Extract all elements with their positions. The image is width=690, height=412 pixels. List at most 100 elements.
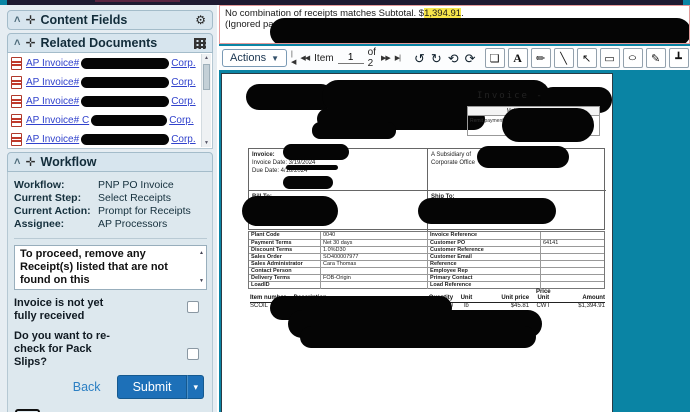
ap-invoice-link[interactable]: AP Invoice# C Corp. [26,115,194,126]
move-icon[interactable]: ✛ [25,14,35,26]
scroll-thumb[interactable] [203,64,210,90]
list-item: AP Invoice# Corp. [11,54,200,73]
app-window: ˄ ✛ Content Fields ⚙ ˄ ✛ Related Documen… [0,0,690,412]
rectangle-tool-button[interactable]: ▭ [599,48,620,68]
text-annotation-button[interactable]: A [507,48,528,68]
back-link[interactable]: Back [73,380,101,394]
collapse-icon[interactable]: ˄ [14,157,20,168]
redaction [242,196,338,226]
redaction [81,96,170,107]
redaction [81,58,170,69]
viewer-toolbar: Actions▼ |◀ ◀◀ Item of 2 ▶▶ ▶| ↺ ↻ ⟲ ⟳ ❏… [219,44,690,72]
alert-banner: No combination of receipts matches Subto… [219,5,690,44]
submit-dropdown[interactable]: ▾ [187,375,204,399]
scroll-up-icon[interactable]: ▲ [199,247,204,260]
pdf-file-icon [11,114,22,127]
freehand-tool-button[interactable]: ✎ [645,48,666,68]
prev-item-button[interactable]: ◀◀ [299,54,310,62]
refresh-all-icon[interactable]: ⟳ [463,52,478,65]
fully-received-checkbox[interactable] [187,301,199,313]
panel-related-documents: ˄ ✛ Related Documents AP Invoice# Corp. A… [7,33,213,149]
new-page-button[interactable]: ❏ [484,48,505,68]
grid-view-icon[interactable] [194,37,206,49]
pdf-file-icon [11,76,22,89]
arrow-tool-button[interactable]: ↖ [576,48,597,68]
workflow-notice: To proceed, remove any Receipt(s) listed… [14,245,207,290]
pdf-file-icon [11,57,22,70]
panel-title: Workflow [40,155,97,169]
stamp-tool-button[interactable]: ┻ [668,48,689,68]
actions-button[interactable]: Actions ▼ [222,49,287,67]
redaction [81,134,170,145]
redaction [283,144,349,160]
gear-icon[interactable]: ⚙ [195,13,206,27]
chrome-accent [95,0,180,2]
redaction [270,18,689,43]
workflow-header[interactable]: ˄ ✛ Workflow [7,152,213,172]
field-label: Current Action: [14,205,91,217]
redaction [477,146,569,168]
panel-title: Related Documents [40,36,158,50]
sidebar: ˄ ✛ Content Fields ⚙ ˄ ✛ Related Documen… [0,5,226,412]
pdf-file-icon [11,95,22,108]
list-item: AP Invoice# Corp. [11,130,200,148]
redaction [246,84,334,110]
redaction [502,108,594,142]
ap-invoice-link[interactable]: AP Invoice# Corp. [26,134,196,145]
pdf-file-icon [11,133,22,146]
redaction [91,115,168,126]
scroll-up-icon[interactable]: ▲ [204,54,209,62]
rotate-cw-icon[interactable]: ↻ [429,52,444,65]
workflow-buttons: Back Submit ▾ [14,375,207,399]
field-label: Current Step: [14,192,82,204]
item-number-input[interactable] [337,52,364,64]
document-viewer[interactable]: Invoice - C Make checks payable to Remit… [219,72,690,412]
field-value: Select Receipts [98,192,171,204]
question-label: Do you want to re-check for Pack Slips? [14,330,110,368]
scroll-down-icon[interactable]: ▼ [199,275,204,288]
scroll-down-icon[interactable]: ▼ [204,139,209,147]
list-item: AP Invoice# Corp. [11,92,200,111]
list-scrollbar[interactable]: ▲ ▼ [201,54,211,147]
item-label: Item [314,52,334,64]
redaction [283,176,333,189]
ap-invoice-link[interactable]: AP Invoice# Corp. [26,77,196,88]
rotate-ccw-icon[interactable]: ↺ [412,52,427,65]
pen-annotation-button[interactable]: ✏ [530,48,551,68]
document-page: Invoice - C Make checks payable to Remit… [222,74,612,412]
related-documents-header[interactable]: ˄ ✛ Related Documents [7,33,213,53]
ellipse-tool-button[interactable]: ○ [622,48,643,68]
last-item-button[interactable]: ▶| [394,54,401,62]
field-label: Workflow: [14,179,65,191]
question-row: Do you want to re-check for Pack Slips? [14,330,207,369]
first-item-button[interactable]: |◀ [290,51,296,66]
line-tool-button[interactable]: ╲ [553,48,574,68]
panel-title: Content Fields [40,13,128,27]
main-area: No combination of receipts matches Subto… [219,5,690,412]
collapse-icon[interactable]: ˄ [14,38,20,49]
related-documents-list: AP Invoice# Corp. AP Invoice# Corp. AP Inv… [7,53,213,149]
ap-invoice-link[interactable]: AP Invoice# Corp. [26,96,196,107]
collapse-icon[interactable]: ˄ [14,15,20,26]
rotate-group: ↺ ↻ ⟲ ⟳ [412,52,478,65]
ap-invoice-link[interactable]: AP Invoice# Corp. [26,58,196,69]
question-row: Invoice is not yet fully received [14,297,207,323]
workflow-body: Workflow: PNP PO Invoice Current Step: Sel… [7,172,226,412]
redaction [81,77,170,88]
move-icon[interactable]: ✛ [25,37,35,49]
content-fields-header[interactable]: ˄ ✛ Content Fields ⚙ [7,10,213,30]
field-value: Prompt for Receipts [98,205,191,217]
question-label: Invoice is not yet fully received [14,297,104,322]
recheck-packslips-checkbox[interactable] [187,348,199,360]
panel-content-fields: ˄ ✛ Content Fields ⚙ [7,10,213,30]
move-icon[interactable]: ✛ [25,156,35,168]
invoice-date: Invoice Date: 3/19/2024 [252,160,316,166]
notice-scrollbar[interactable]: ▲ ▼ [199,247,204,288]
refresh-icon[interactable]: ⟲ [446,52,461,65]
submit-button[interactable]: Submit [116,375,188,399]
field-label: Assignee: [14,218,65,230]
field-value: AP Processors [98,218,168,230]
divider [14,238,207,239]
next-item-button[interactable]: ▶▶ [380,54,391,62]
invoice-details-table: Plant Code 0040 Invoice Reference Payment … [248,231,605,289]
